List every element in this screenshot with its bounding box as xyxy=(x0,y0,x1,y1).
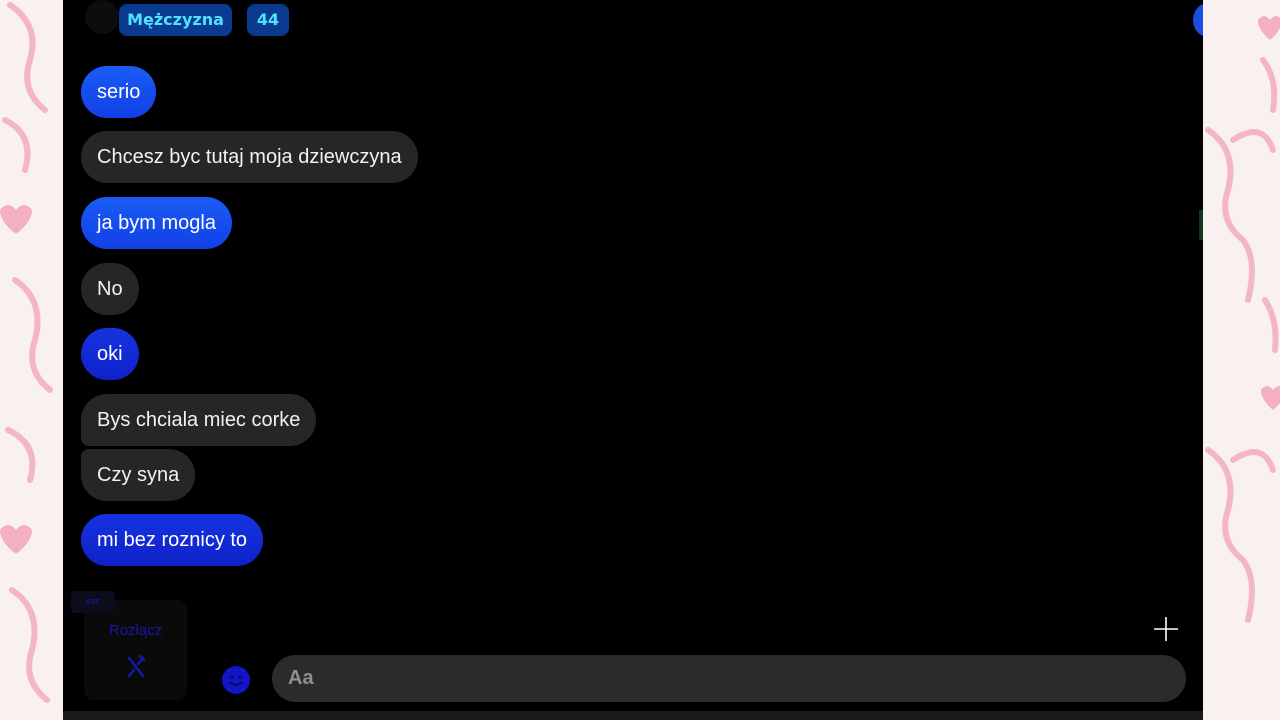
message-bubble-stranger: Chcesz byc tutaj moja dziewczyna xyxy=(81,131,418,183)
message-input[interactable] xyxy=(272,655,1186,702)
bottom-border xyxy=(63,711,1203,720)
disconnect-label: Rozłącz xyxy=(108,622,163,639)
gender-badge: Mężczyzna xyxy=(119,4,232,36)
scroll-indicator xyxy=(1199,210,1203,240)
message-bubble-stranger: No xyxy=(81,263,139,315)
message-bubble-stranger: Bys chciala miec corke xyxy=(81,394,317,446)
emoji-button[interactable] xyxy=(222,666,250,694)
message-bubble-mine: serio xyxy=(81,66,157,118)
disconnect-shortcut-tag: esc xyxy=(71,591,115,613)
message-bubble-mine: oki xyxy=(81,328,139,380)
bow-pattern-icon xyxy=(0,2,53,703)
age-badge: 44 xyxy=(247,4,289,36)
chat-window: Mężczyzna 44 serio Chcesz byc tutaj moja… xyxy=(63,0,1203,720)
message-bubble-stranger: Czy syna xyxy=(81,449,196,501)
message-bubble-mine: mi bez roznicy to xyxy=(81,514,264,566)
emoji-icon xyxy=(229,675,243,686)
bow-pattern-icon xyxy=(1205,16,1280,623)
message-bubble-mine: ja bym mogla xyxy=(81,197,232,249)
disconnect-icon xyxy=(127,654,146,678)
avatar xyxy=(85,0,119,34)
menu-button[interactable] xyxy=(1193,3,1203,37)
crosshair-icon xyxy=(1154,617,1178,641)
background-pattern-right xyxy=(1203,0,1280,720)
background-pattern-left xyxy=(0,0,63,720)
disconnect-button[interactable] xyxy=(84,600,187,700)
